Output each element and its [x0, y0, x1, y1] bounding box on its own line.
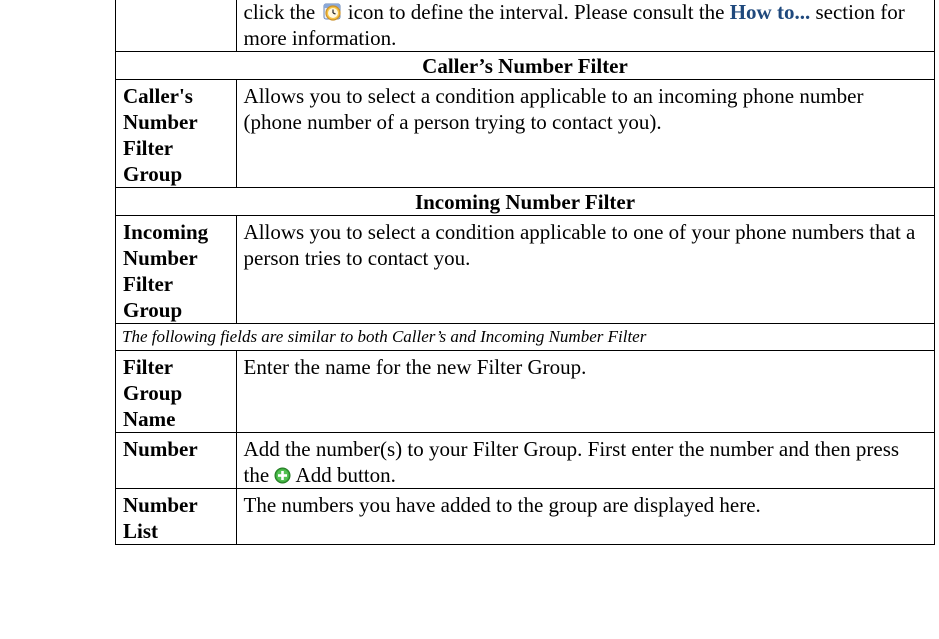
how-to-link[interactable]: How to...	[730, 0, 811, 24]
callers-section-header-row: Caller’s Number Filter	[115, 51, 935, 80]
callers-filter-row: Caller's Number Filter Group Allows you …	[115, 79, 936, 188]
clock-calendar-icon	[321, 0, 343, 22]
fields-description-table: click the icon to define the interval. P…	[115, 0, 936, 545]
intro-row: click the icon to define the interval. P…	[115, 0, 936, 52]
incoming-filter-row: Incoming Number Filter Group Allows you …	[115, 215, 936, 324]
intro-text-start: click the	[243, 0, 316, 24]
callers-filter-description: Allows you to select a condition applica…	[235, 79, 936, 188]
number-description-end: Add button.	[291, 463, 396, 487]
incoming-section-title: Incoming Number Filter	[115, 187, 935, 216]
filter-group-name-label: Filter Group Name	[115, 350, 237, 433]
empty-label-cell	[115, 0, 237, 52]
shared-fields-note: The following fields are similar to both…	[115, 323, 935, 351]
note-row: The following fields are similar to both…	[115, 323, 935, 351]
filter-group-name-row: Filter Group Name Enter the name for the…	[115, 350, 936, 433]
number-description: Add the number(s) to your Filter Group. …	[235, 432, 936, 489]
filter-group-name-description: Enter the name for the new Filter Group.	[235, 350, 936, 433]
number-label: Number	[115, 432, 237, 489]
intro-text-middle: icon to define the interval. Please cons…	[342, 0, 730, 24]
incoming-filter-label: Incoming Number Filter Group	[115, 215, 237, 324]
number-list-description: The numbers you have added to the group …	[235, 488, 936, 545]
callers-filter-label: Caller's Number Filter Group	[115, 79, 237, 188]
number-list-row: Number List The numbers you have added t…	[115, 488, 936, 545]
number-row: Number Add the number(s) to your Filter …	[115, 432, 936, 489]
add-plus-icon	[274, 467, 291, 484]
incoming-section-header-row: Incoming Number Filter	[115, 187, 935, 216]
intro-text-cell: click the icon to define the interval. P…	[235, 0, 936, 52]
number-list-label: Number List	[115, 488, 237, 545]
incoming-filter-description: Allows you to select a condition applica…	[235, 215, 936, 324]
callers-section-title: Caller’s Number Filter	[115, 51, 935, 80]
